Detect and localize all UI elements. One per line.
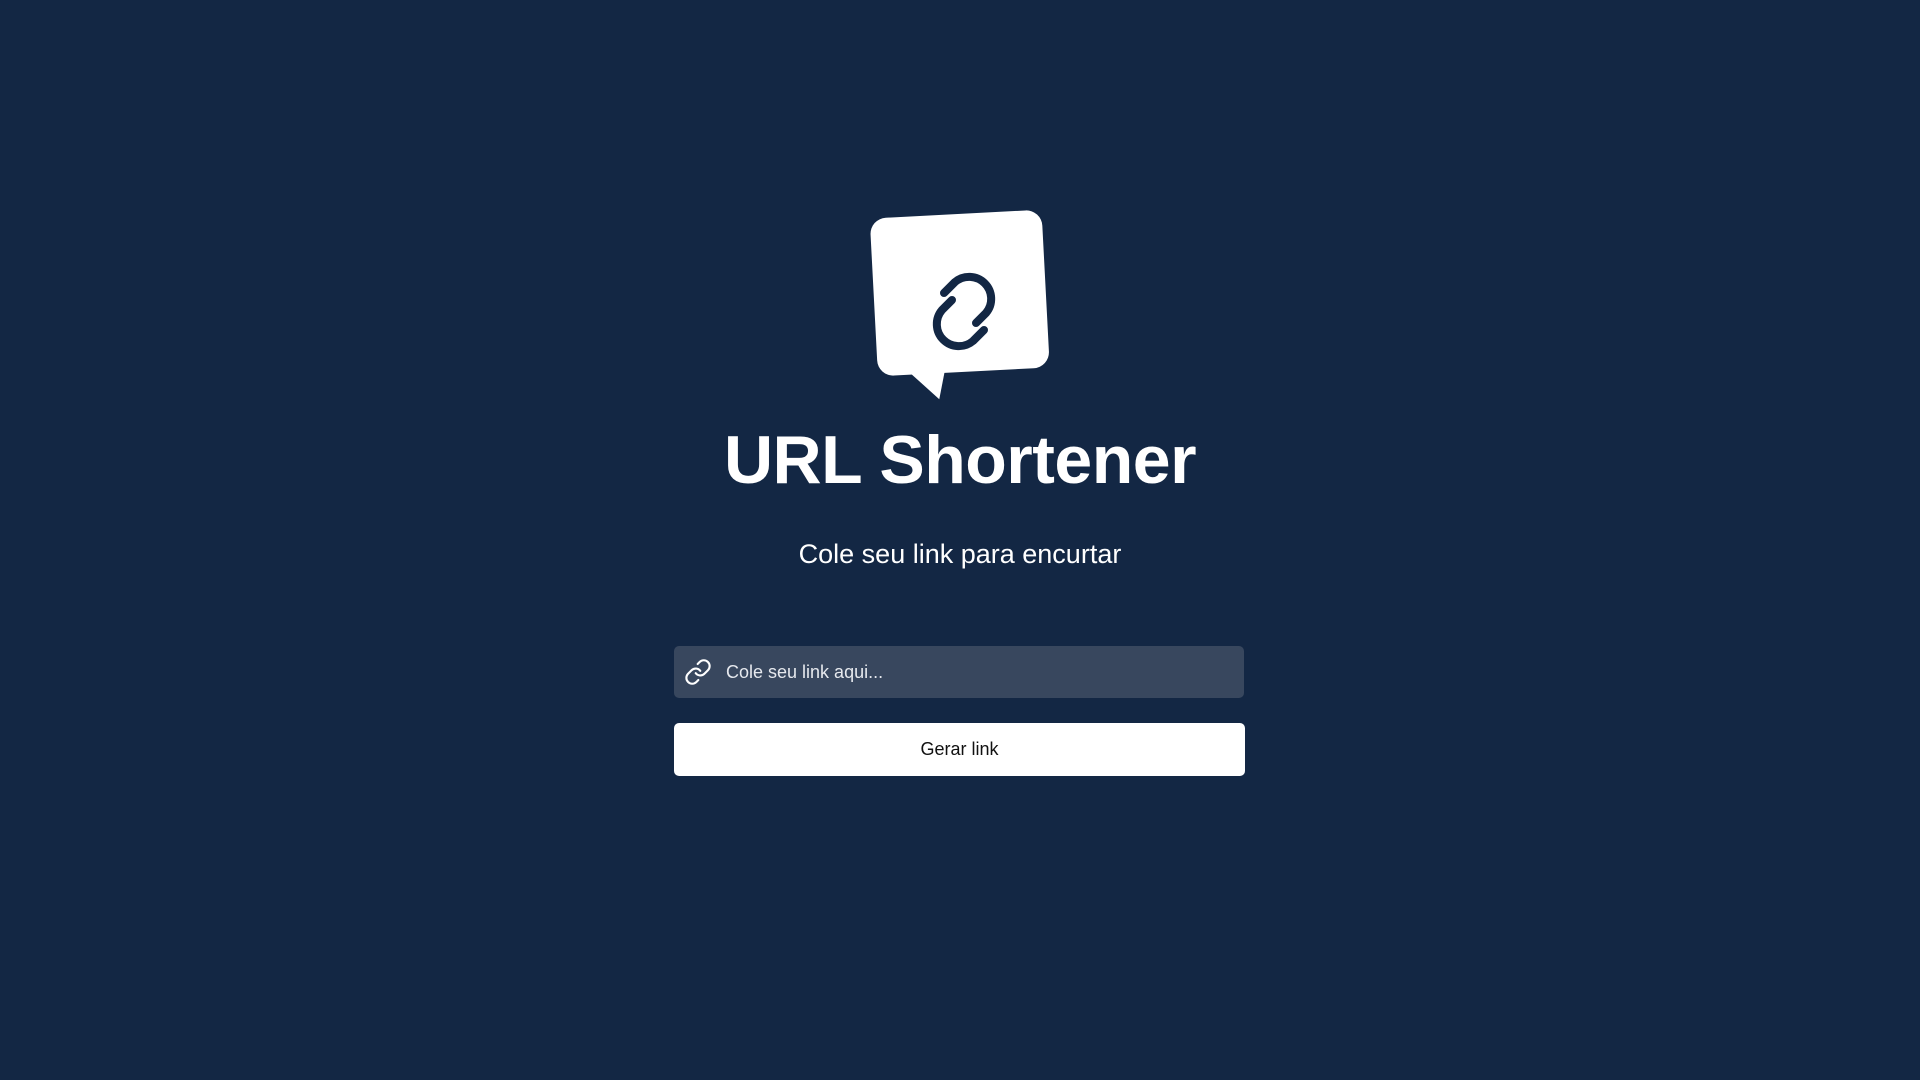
generate-link-button[interactable]: Gerar link — [674, 723, 1245, 776]
link-input[interactable] — [726, 646, 1231, 698]
chain-link-logo-icon — [868, 208, 1052, 404]
link-icon — [684, 658, 712, 686]
page-subtitle: Cole seu link para encurtar — [798, 539, 1122, 569]
page: URL Shortener Cole seu link para encurta… — [0, 0, 1920, 1080]
page-title: URL Shortener — [723, 422, 1197, 498]
link-input-container[interactable] — [674, 646, 1244, 698]
